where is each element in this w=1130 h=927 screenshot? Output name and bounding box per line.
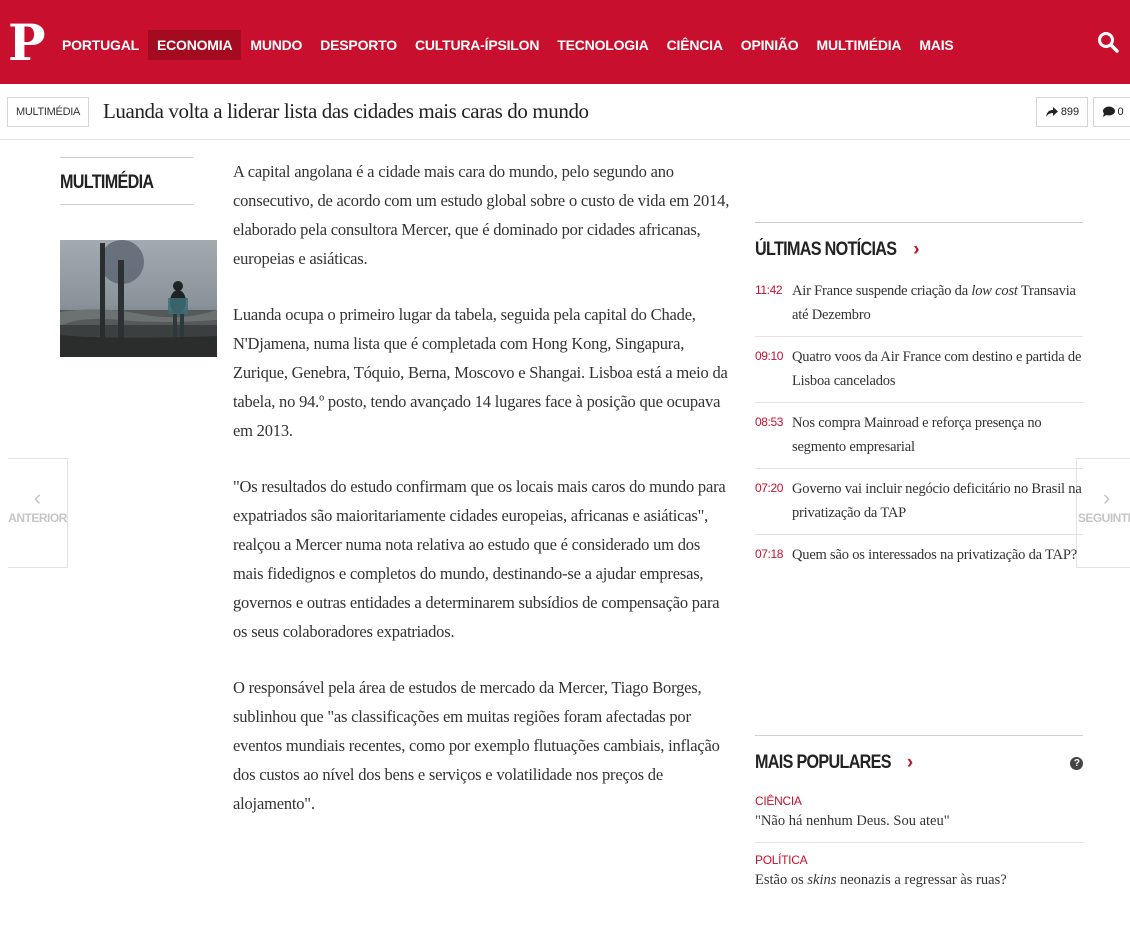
news-item[interactable]: 09:10 Quatro voos da Air France com dest…: [755, 337, 1083, 403]
article-paragraph: A capital angolana é a cidade mais cara …: [233, 162, 730, 268]
multimedia-thumbnail[interactable]: [60, 240, 217, 357]
top-nav-bar: P PORTUGAL ECONOMIA MUNDO DESPORTO CULTU…: [0, 0, 1130, 84]
popular-category: POLÍTICA: [755, 853, 808, 867]
news-title: Air France suspende criação da low cost …: [792, 283, 1076, 323]
news-title: Governo vai incluir negócio deficitário …: [792, 481, 1082, 521]
chevron-right-icon: ›: [1102, 485, 1111, 510]
nav-item-mais[interactable]: MAIS: [910, 30, 962, 60]
latest-news-list: 11:42 Air France suspende criação da low…: [755, 271, 1083, 576]
share-count: 899: [1060, 106, 1080, 118]
article-title-bar: MULTIMÉDIA Luanda volta a liderar lista …: [0, 84, 1130, 140]
most-popular-heading[interactable]: MAIS POPULARES › ?: [755, 735, 1083, 774]
latest-news-heading[interactable]: ÚLTIMAS NOTÍCIAS ›: [755, 222, 1083, 261]
article-paragraph: O responsável pela área de estudos de me…: [233, 678, 720, 813]
news-time: 07:20: [755, 481, 784, 495]
news-item[interactable]: 07:18 Quem são os interessados na privat…: [755, 535, 1083, 576]
share-arrow-icon: [1045, 107, 1058, 117]
nav-item-cultura-ipsilon[interactable]: CULTURA-ÍPSILON: [406, 30, 548, 60]
news-time: 09:10: [755, 349, 784, 363]
nav-item-tecnologia[interactable]: TECNOLOGIA: [548, 30, 657, 60]
sidebar-heading: MULTIMÉDIA: [60, 157, 194, 205]
next-article-button[interactable]: › SEGUINTE: [1076, 458, 1130, 568]
article-body: A capital angolana é a cidade mais cara …: [233, 157, 733, 845]
latest-news-box: ÚLTIMAS NOTÍCIAS › 11:42 Air France susp…: [755, 222, 1083, 576]
article-paragraph: "Os resultados do estudo confirmam que o…: [233, 477, 726, 641]
news-item[interactable]: 07:20 Governo vai incluir negócio defici…: [755, 469, 1083, 535]
most-popular-title: MAIS POPULARES: [755, 752, 892, 773]
latest-news-title: ÚLTIMAS NOTÍCIAS: [755, 239, 897, 260]
photo-image: [60, 240, 217, 357]
nav-item-opiniao[interactable]: OPINIÃO: [732, 30, 808, 60]
news-item[interactable]: 08:53 Nos compra Mainroad e reforça pres…: [755, 403, 1083, 469]
next-label: SEGUINTE: [1077, 511, 1130, 525]
comment-bubble-icon: [1103, 106, 1116, 117]
previous-label: ANTERIOR: [8, 511, 67, 525]
share-button[interactable]: 899: [1036, 97, 1088, 127]
most-popular-list: CIÊNCIA "Não há nenhum Deus. Sou ateu" P…: [755, 784, 1083, 901]
news-title: Quem são os interessados na privatização…: [792, 547, 1077, 563]
search-icon[interactable]: [1096, 30, 1120, 54]
most-popular-box: MAIS POPULARES › ? CIÊNCIA "Não há nenhu…: [755, 735, 1083, 901]
nav-item-economia[interactable]: ECONOMIA: [147, 30, 242, 60]
popular-title: "Não há nenhum Deus. Sou ateu": [755, 813, 950, 829]
nav-item-mundo[interactable]: MUNDO: [241, 30, 311, 60]
news-title: Nos compra Mainroad e reforça presença n…: [792, 415, 1042, 455]
popular-category: CIÊNCIA: [755, 794, 802, 808]
news-title: Quatro voos da Air France com destino e …: [792, 349, 1082, 389]
chevron-right-icon: ›: [913, 239, 919, 260]
nav-item-desporto[interactable]: DESPORTO: [311, 30, 406, 60]
chevron-right-icon: ›: [906, 752, 913, 773]
comment-count: 0: [1117, 106, 1124, 118]
popular-title: Estão os skins neonazis a regressar às r…: [755, 872, 1007, 888]
news-time: 11:42: [755, 283, 783, 297]
nav-item-ciencia[interactable]: CIÊNCIA: [658, 30, 732, 60]
news-time: 08:53: [755, 415, 784, 429]
popular-item[interactable]: POLÍTICA Estão os skins neonazis a regre…: [755, 843, 1083, 901]
news-item[interactable]: 11:42 Air France suspende criação da low…: [755, 271, 1083, 337]
nav-item-multimedia[interactable]: MULTIMÉDIA: [808, 30, 911, 60]
main-nav: PORTUGAL ECONOMIA MUNDO DESPORTO CULTURA…: [53, 30, 963, 60]
section-tag[interactable]: MULTIMÉDIA: [7, 97, 90, 127]
site-logo[interactable]: P: [8, 18, 46, 68]
comments-button[interactable]: 0: [1093, 97, 1130, 127]
article-headline: Luanda volta a liderar lista das cidades…: [103, 99, 589, 123]
popular-item[interactable]: CIÊNCIA "Não há nenhum Deus. Sou ateu": [755, 784, 1083, 843]
chevron-left-icon: ‹: [33, 485, 42, 510]
previous-article-button[interactable]: ‹ ANTERIOR: [8, 458, 68, 568]
article-paragraph: Luanda ocupa o primeiro lugar da tabela,…: [233, 305, 728, 440]
nav-item-portugal[interactable]: PORTUGAL: [53, 30, 148, 60]
help-icon[interactable]: ?: [1070, 756, 1083, 770]
news-time: 07:18: [755, 547, 784, 561]
